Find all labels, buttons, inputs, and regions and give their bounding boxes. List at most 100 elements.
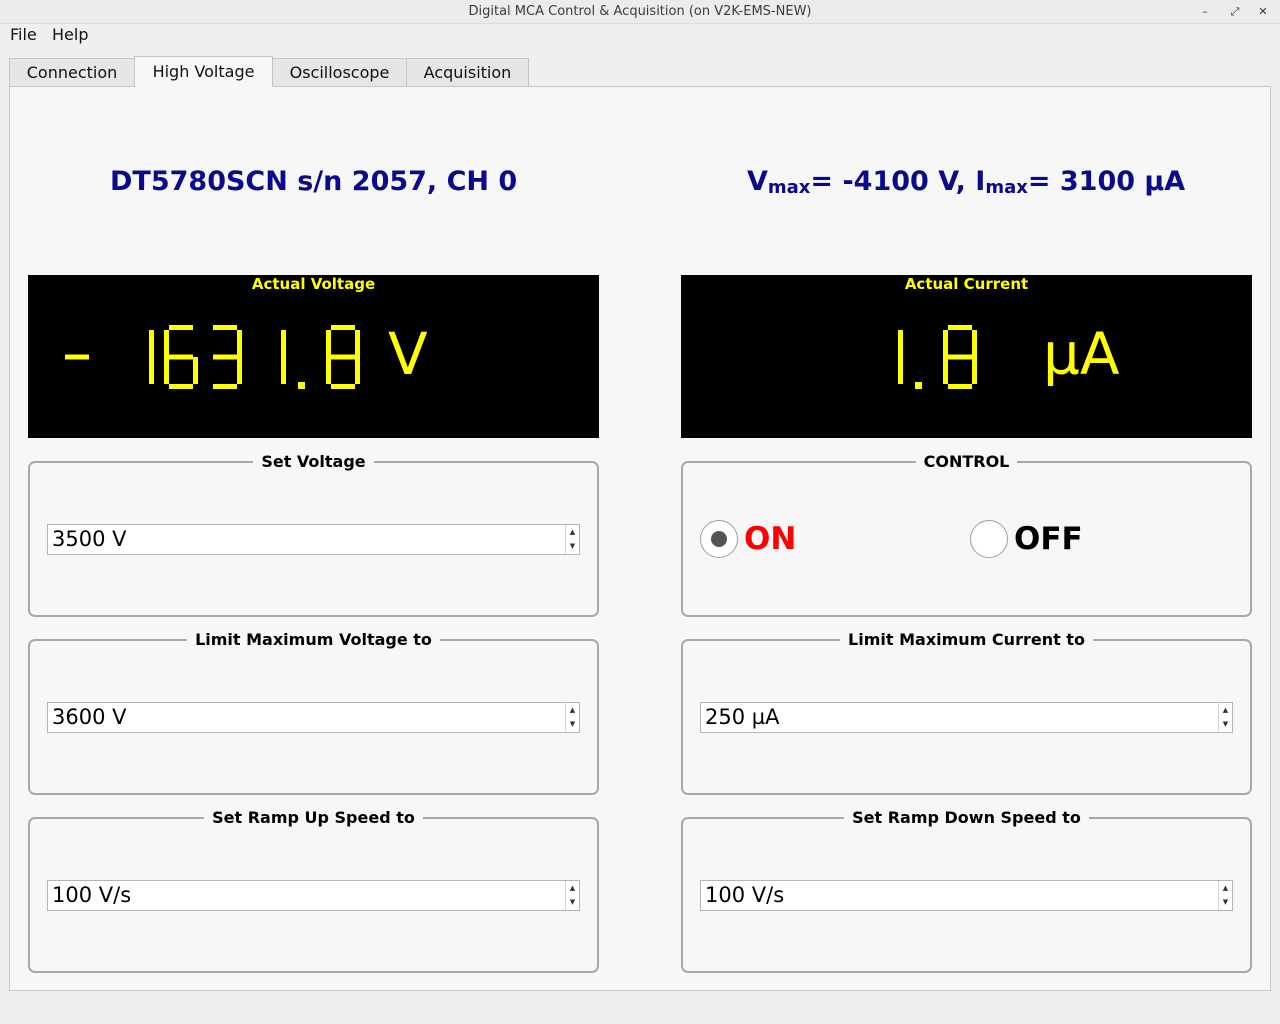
imax-subscript: max [985, 177, 1028, 198]
lcd-segment [331, 325, 355, 330]
lcd-segment [898, 357, 903, 384]
lcd-digit [65, 354, 89, 360]
lcd-segment [213, 354, 237, 360]
lcd-decimal-point [298, 382, 305, 389]
ramp-up-group: Set Ramp Up Speed to 100 V/s ▲ ▼ [28, 808, 599, 973]
limits-label: Vmax= -4100 V, Imax= 3100 µA [747, 166, 1185, 198]
limit-voltage-value: 3600 V [52, 705, 127, 729]
limit-current-spinbox[interactable]: 250 µA ▲ ▼ [700, 702, 1233, 733]
control-group: CONTROL ON OFF [681, 452, 1252, 617]
actual-voltage-lcd [65, 325, 360, 389]
off-label[interactable]: OFF [1014, 521, 1083, 557]
lcd-digit [213, 325, 242, 389]
menu-bar: File Help [0, 24, 1280, 46]
lcd-segment [898, 330, 903, 357]
vmax-symbol: V [747, 166, 768, 197]
lcd-digit [281, 330, 286, 384]
actual-voltage-display: Actual Voltage V [28, 275, 599, 438]
ramp-up-spinbox[interactable]: 100 V/s ▲ ▼ [47, 880, 580, 911]
minimize-icon[interactable]: – [1196, 3, 1214, 21]
tab-oscilloscope[interactable]: Oscilloscope [272, 58, 407, 86]
tab-acquisition[interactable]: Acquisition [406, 58, 529, 86]
lcd-digit [326, 325, 360, 389]
spin-up-arrow-icon[interactable]: ▲ [566, 703, 579, 717]
lcd-segment [193, 357, 198, 384]
device-label: DT5780SCN s/n 2057, CH 0 [110, 166, 518, 197]
actual-current-unit: µA [1043, 320, 1120, 388]
limit-current-title: Limit Maximum Current to [840, 630, 1093, 649]
lcd-segment [326, 357, 331, 384]
spin-up-arrow-icon[interactable]: ▲ [566, 881, 579, 895]
lcd-segment [237, 357, 242, 384]
imax-symbol: I [975, 166, 986, 197]
spin-down-arrow-icon[interactable]: ▼ [566, 895, 579, 909]
lcd-digit [898, 330, 903, 384]
set-voltage-title: Set Voltage [253, 452, 374, 471]
spin-down-arrow-icon[interactable]: ▼ [566, 539, 579, 553]
actual-current-display: Actual Current µA [681, 275, 1252, 438]
lcd-segment [65, 354, 89, 360]
lcd-segment [943, 357, 948, 384]
actual-voltage-unit: V [388, 320, 428, 388]
lcd-segment [972, 330, 977, 357]
limit-current-group: Limit Maximum Current to 250 µA ▲ ▼ [681, 630, 1252, 795]
imax-value: = 3100 µA [1027, 166, 1186, 197]
lcd-segment [281, 357, 286, 384]
ramp-down-spinbox[interactable]: 100 V/s ▲ ▼ [700, 880, 1233, 911]
menu-file[interactable]: File [10, 25, 37, 44]
menu-help[interactable]: Help [52, 25, 88, 44]
restore-icon[interactable]: ⤢ [1226, 3, 1244, 21]
lcd-segment [972, 357, 977, 384]
lcd-segment [331, 354, 355, 360]
off-radio-button[interactable] [970, 520, 1008, 558]
limit-voltage-title: Limit Maximum Voltage to [187, 630, 440, 649]
ramp-up-title: Set Ramp Up Speed to [204, 808, 423, 827]
tab-connection[interactable]: Connection [9, 58, 135, 86]
on-label[interactable]: ON [744, 521, 796, 557]
lcd-segment [331, 384, 355, 389]
lcd-segment [213, 384, 237, 389]
lcd-decimal-point [915, 382, 922, 389]
vmax-value: = -4100 V, [810, 166, 976, 197]
lcd-segment [281, 330, 286, 357]
spin-down-arrow-icon[interactable]: ▼ [566, 717, 579, 731]
lcd-segment [355, 357, 360, 384]
lcd-segment [149, 330, 154, 357]
lcd-segment [169, 325, 193, 330]
spin-down-arrow-icon[interactable]: ▼ [1219, 895, 1232, 909]
window-titlebar: Digital MCA Control & Acquisition (on V2… [0, 0, 1280, 24]
vmax-subscript: max [767, 177, 811, 198]
ramp-up-value: 100 V/s [52, 883, 132, 907]
spin-down-arrow-icon[interactable]: ▼ [1219, 717, 1232, 731]
set-voltage-group: Set Voltage 3500 V ▲ ▼ [28, 452, 599, 617]
limit-current-value: 250 µA [705, 705, 780, 729]
lcd-segment [237, 330, 242, 357]
set-voltage-value: 3500 V [52, 527, 127, 551]
limit-voltage-spinbox[interactable]: 3600 V ▲ ▼ [47, 702, 580, 733]
close-icon[interactable]: ✕ [1254, 3, 1272, 21]
lcd-segment [169, 354, 193, 360]
lcd-segment [149, 357, 154, 384]
spin-up-arrow-icon[interactable]: ▲ [1219, 881, 1232, 895]
lcd-digit [164, 325, 198, 389]
spin-up-arrow-icon[interactable]: ▲ [566, 525, 579, 539]
ramp-down-value: 100 V/s [705, 883, 785, 907]
ramp-down-title: Set Ramp Down Speed to [844, 808, 1089, 827]
actual-current-lcd [898, 325, 977, 389]
lcd-segment [164, 357, 169, 384]
lcd-segment [326, 330, 331, 357]
limit-voltage-group: Limit Maximum Voltage to 3600 V ▲ ▼ [28, 630, 599, 795]
lcd-digit [943, 325, 977, 389]
lcd-segment [164, 330, 169, 357]
set-voltage-spinbox[interactable]: 3500 V ▲ ▼ [47, 524, 580, 555]
ramp-down-group: Set Ramp Down Speed to 100 V/s ▲ ▼ [681, 808, 1252, 973]
radio-selected-dot [711, 531, 727, 547]
lcd-segment [169, 384, 193, 389]
tab-high-voltage[interactable]: High Voltage [134, 56, 273, 87]
spin-up-arrow-icon[interactable]: ▲ [1219, 703, 1232, 717]
on-radio-button[interactable] [700, 520, 738, 558]
lcd-segment [355, 330, 360, 357]
window-title: Digital MCA Control & Acquisition (on V2… [468, 4, 812, 19]
lcd-digit [149, 330, 154, 384]
current-lcd-digits [898, 325, 977, 389]
